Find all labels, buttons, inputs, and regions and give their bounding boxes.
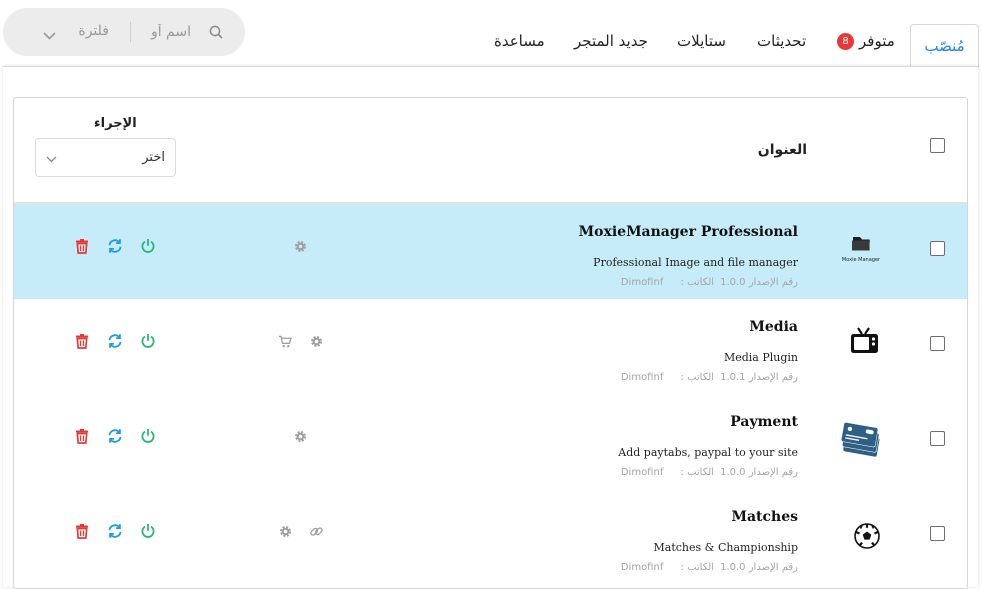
row-checkbox[interactable] [930, 431, 945, 446]
plugin-thumbnail: Moxie Manager [836, 228, 886, 274]
power-icon[interactable] [140, 238, 156, 254]
tab-updates[interactable]: تحديثات [757, 32, 806, 50]
delete-icon[interactable] [74, 333, 90, 349]
author-value: Dimofinf [620, 467, 664, 478]
tv-icon [851, 327, 878, 353]
settings-gear-icon[interactable] [293, 429, 308, 444]
bulk-action-value: اختر [142, 150, 165, 165]
refresh-icon[interactable] [107, 428, 123, 444]
version-label: رقم الإصدار [748, 372, 798, 383]
settings-gear-icon[interactable] [293, 239, 308, 254]
plugin-name: Payment [730, 414, 798, 430]
tab-help[interactable]: مساعدة [494, 32, 545, 50]
action-column-header: الإجراء [94, 116, 137, 131]
version-value: 1.0.0 [720, 277, 746, 288]
plugin-meta: رقم الإصدار 1.0.0 الكاتب : Dimofinf [621, 277, 798, 288]
count-badge: 8 [837, 33, 854, 50]
refresh-icon[interactable] [107, 523, 123, 539]
tab-available[interactable]: 8 متوفر [837, 32, 895, 50]
plugin-description: Media Plugin [723, 351, 798, 364]
refresh-icon[interactable] [107, 238, 123, 254]
plugin-thumbnail [836, 323, 886, 369]
cart-icon[interactable] [278, 334, 293, 349]
plugin-description: Professional Image and file manager [593, 256, 798, 269]
settings-gear-icon[interactable] [278, 524, 293, 539]
table-row: Payment Add paytabs, paypal to your site… [14, 394, 967, 489]
author-value: Dimofinf [620, 372, 664, 383]
plugin-description: Matches & Championship [653, 541, 798, 554]
version-value: 1.0.0 [720, 562, 746, 573]
author-label: الكاتب : [680, 562, 715, 573]
plugin-name: MoxieManager Professional [578, 224, 798, 240]
author-value: Dimofinf [620, 562, 664, 573]
credit-cards-icon [841, 422, 880, 457]
folder-icon [852, 237, 870, 251]
plugin-name: Matches [731, 509, 798, 525]
author-value: Dimofinf [620, 277, 664, 288]
chevron-down-icon [46, 156, 57, 163]
thumbnail-caption: Moxie Manager [841, 257, 881, 263]
bulk-action-select[interactable]: اختر [35, 138, 176, 177]
version-label: رقم الإصدار [748, 562, 798, 573]
plugins-table: العنوان الإجراء اختر Moxie Manager Moxie… [13, 97, 968, 589]
delete-icon[interactable] [74, 523, 90, 539]
plugin-meta: رقم الإصدار 1.0.1 الكاتب : Dimofinf [621, 372, 798, 383]
refresh-icon[interactable] [107, 333, 123, 349]
link-icon[interactable] [309, 524, 324, 539]
delete-icon[interactable] [74, 238, 90, 254]
author-label: الكاتب : [680, 277, 715, 288]
plugin-thumbnail [836, 418, 886, 464]
tab-styles[interactable]: ستايلات [677, 32, 726, 50]
version-value: 1.0.0 [720, 467, 746, 478]
tab-store-new[interactable]: جديد المتجر [574, 32, 648, 50]
plugin-meta: رقم الإصدار 1.0.0 الكاتب : Dimofinf [621, 467, 798, 478]
version-label: رقم الإصدار [748, 277, 798, 288]
author-label: الكاتب : [680, 467, 715, 478]
tab-available-label: متوفر [859, 32, 895, 50]
version-label: رقم الإصدار [748, 467, 798, 478]
row-checkbox[interactable] [930, 336, 945, 351]
tab-installed[interactable]: مُنصّب [910, 24, 979, 68]
plugin-description: Add paytabs, paypal to your site [618, 446, 798, 459]
row-checkbox[interactable] [930, 241, 945, 256]
table-row: Moxie Manager MoxieManager Professional … [14, 204, 967, 299]
table-header: العنوان الإجراء اختر [14, 98, 967, 204]
table-row: Matches Matches & Championship رقم الإصد… [14, 489, 967, 584]
settings-gear-icon[interactable] [309, 334, 324, 349]
row-checkbox[interactable] [930, 526, 945, 541]
tab-bar: مُنصّب 8 متوفر تحديثات ستايلات جديد المتج… [0, 24, 982, 68]
select-all-checkbox[interactable] [930, 138, 945, 153]
version-value: 1.0.1 [720, 372, 746, 383]
power-icon[interactable] [140, 523, 156, 539]
plugin-name: Media [749, 319, 798, 335]
plugin-meta: رقم الإصدار 1.0.0 الكاتب : Dimofinf [621, 562, 798, 573]
power-icon[interactable] [140, 428, 156, 444]
plugin-thumbnail [836, 513, 886, 559]
delete-icon[interactable] [74, 428, 90, 444]
table-row: Media Media Plugin رقم الإصدار 1.0.1 الكا… [14, 299, 967, 394]
soccer-ball-icon [854, 523, 880, 549]
title-column-header: العنوان [757, 142, 807, 158]
author-label: الكاتب : [680, 372, 715, 383]
power-icon[interactable] [140, 333, 156, 349]
